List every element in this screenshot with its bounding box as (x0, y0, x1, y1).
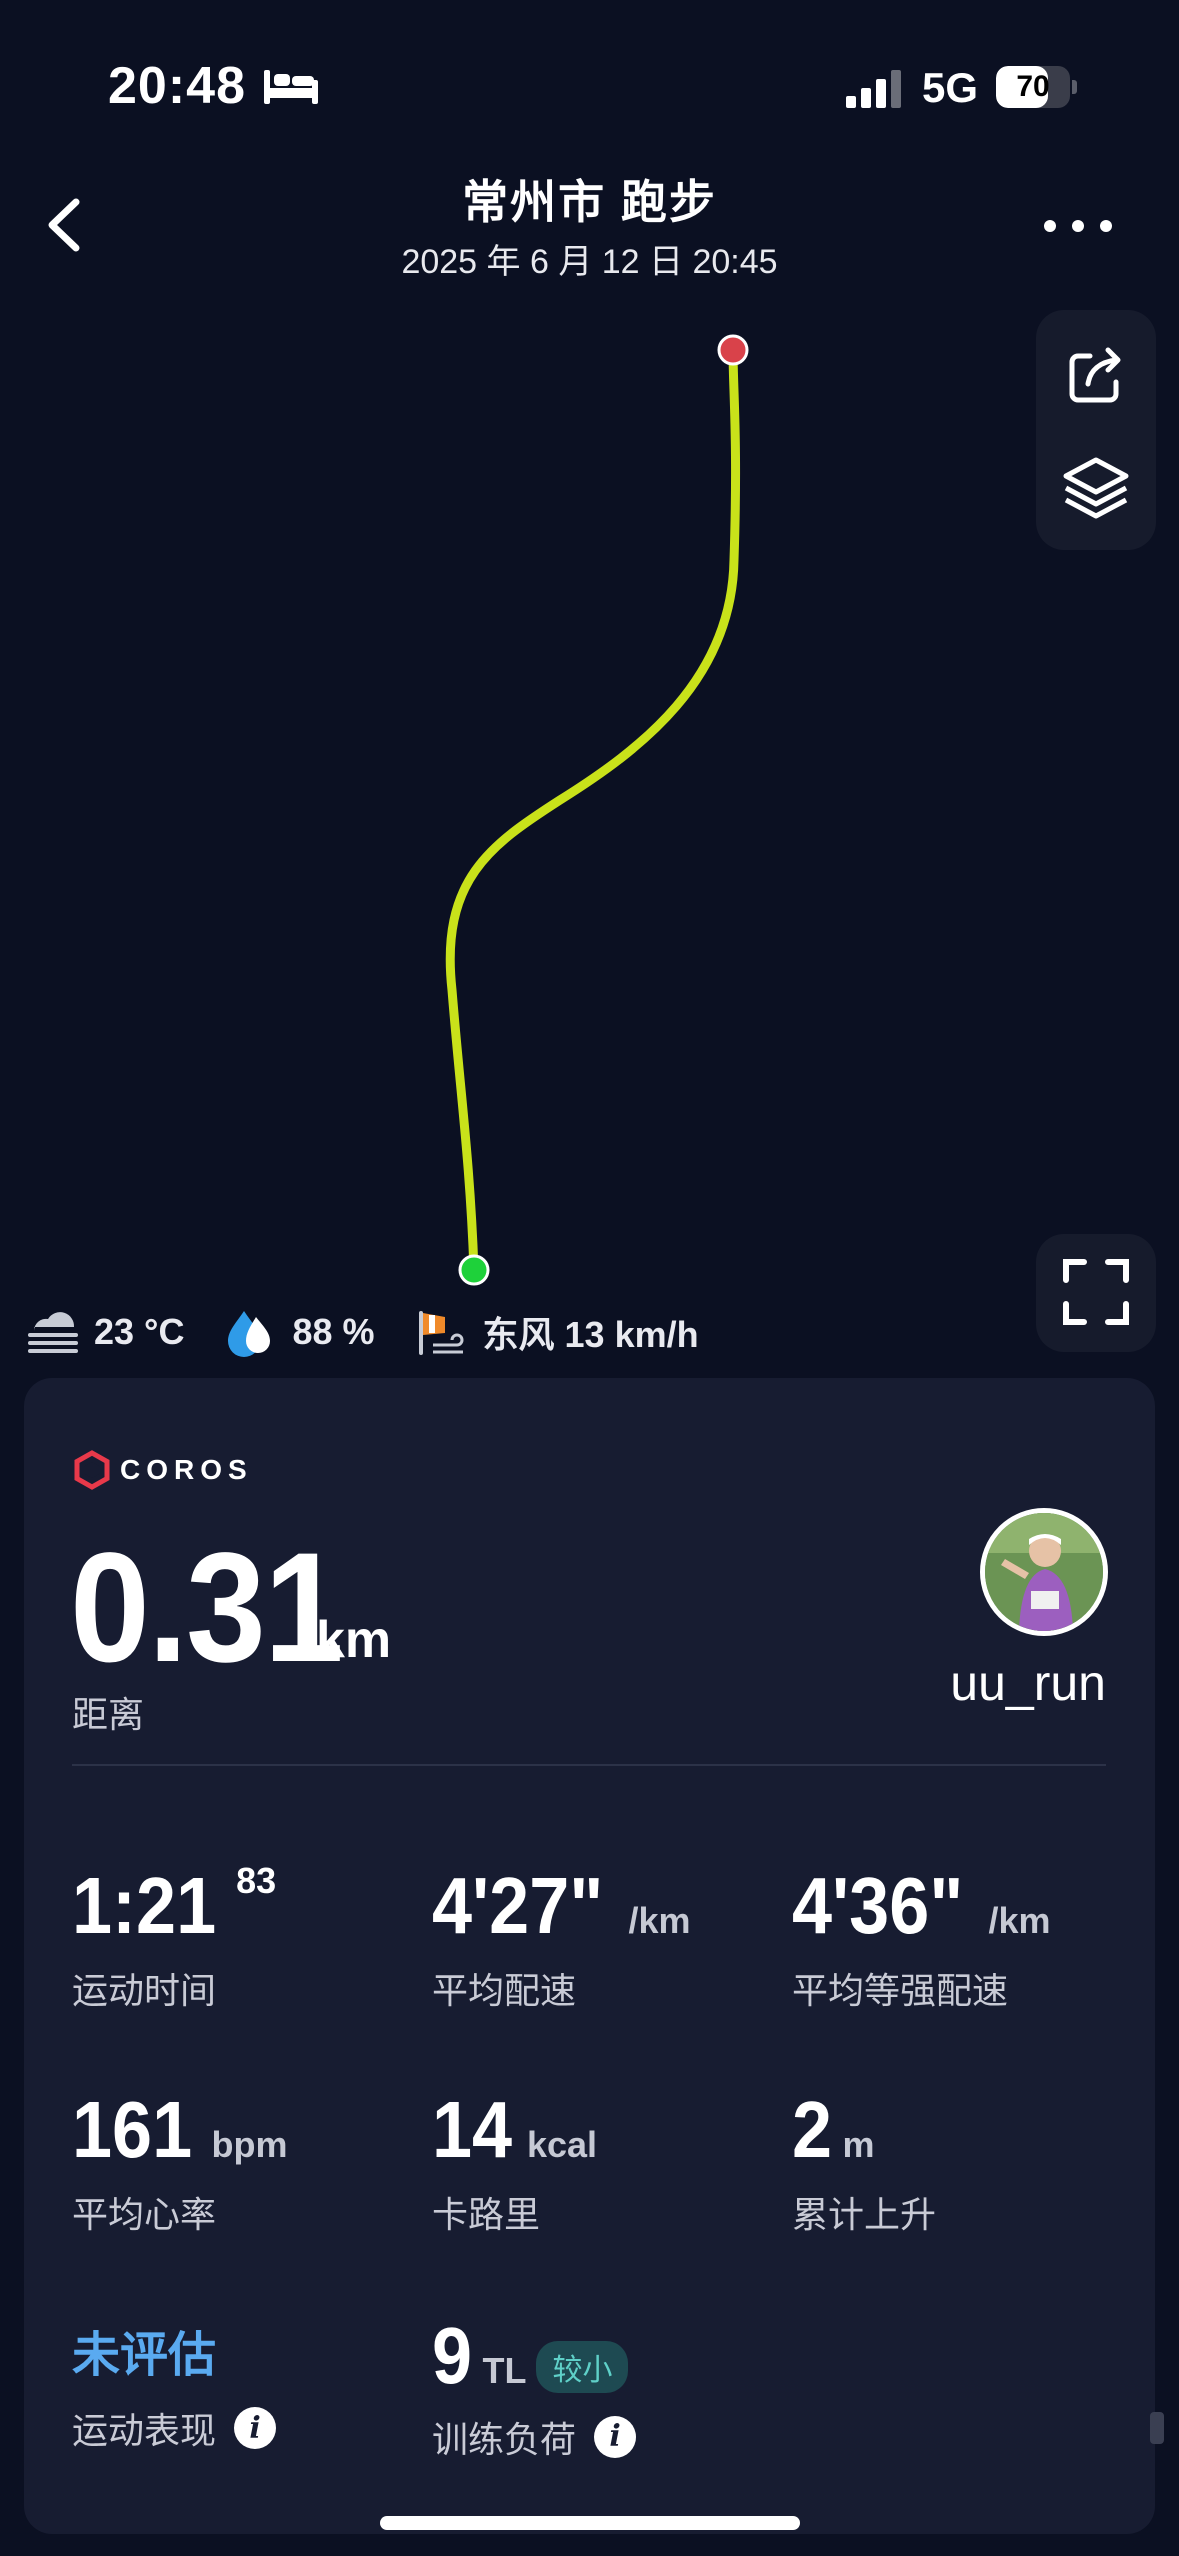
humidity: 88 % (292, 1311, 375, 1352)
share-icon[interactable] (1056, 336, 1136, 416)
metric-unit: /km (988, 1900, 1051, 1941)
metric-elevation-gain: 2m 累计上升 (792, 2090, 936, 2238)
metric-label: 累计上升 (792, 2194, 937, 2235)
metric-value: 9 (432, 2311, 473, 2400)
metric-duration: 1:21 83 运动时间 (72, 1860, 276, 2014)
activity-datetime: 2025 年 6 月 12 日 20:45 (401, 243, 778, 281)
metric-unit: TL (482, 2350, 527, 2391)
metric-training-load[interactable]: 9 TL 较小 训练负荷 i (432, 2311, 637, 2463)
metric-unit: kcal (526, 2124, 598, 2165)
metric-performance[interactable]: 未评估 运动表现 i (72, 2316, 277, 2454)
temperature: 23 °C (94, 1311, 185, 1352)
battery-icon: 70 (996, 66, 1077, 108)
network-label: 5G (922, 64, 979, 111)
brand-logo: COROS (72, 1448, 253, 1492)
metric-label: 运动表现 (72, 2410, 217, 2451)
metric-calories: 14 kcal 卡路里 (432, 2090, 597, 2238)
metric-label: 平均配速 (432, 1970, 577, 2011)
brand-name: COROS (120, 1454, 253, 1485)
humidity-drop-icon (228, 1311, 271, 1357)
weather-bar: 23 °C 88 % 东风 13 km/h (26, 1302, 739, 1362)
home-indicator[interactable] (380, 2516, 800, 2530)
distance-value: 0.31 (70, 1521, 344, 1695)
metric-label: 卡路里 (432, 2194, 541, 2235)
distance-label: 距离 (72, 1694, 145, 1735)
fullscreen-button[interactable] (1036, 1234, 1156, 1352)
more-options-button[interactable] (1040, 206, 1116, 246)
username[interactable]: uu_run (860, 1654, 1106, 1712)
route-end-marker (717, 334, 749, 366)
metric-label: 运动时间 (72, 1970, 217, 2011)
route-start-marker (458, 1254, 490, 1286)
metric-value: 161 (72, 2085, 193, 2174)
signal-icon (846, 70, 901, 108)
metric-avg-heart-rate: 161 bpm 平均心率 (72, 2090, 287, 2238)
metric-label: 训练负荷 (432, 2418, 577, 2460)
battery-percent: 70 (1016, 70, 1050, 103)
scrollbar[interactable] (1150, 2412, 1164, 2444)
metric-label: 平均心率 (72, 2194, 217, 2235)
metric-avg-pace: 4'27"/km 平均配速 (432, 1866, 690, 2014)
performance-value: 未评估 (72, 2329, 217, 2382)
metric-value: 14 (432, 2085, 513, 2174)
metric-unit: m (842, 2124, 875, 2165)
metric-value: 4'27" (432, 1861, 604, 1950)
load-level-badge: 较小 (536, 2340, 629, 2393)
route-map[interactable] (0, 300, 1179, 1300)
metric-label: 平均等强配速 (792, 1970, 1009, 2011)
bed-icon (264, 70, 318, 104)
coros-logo-icon (74, 1450, 110, 1490)
metric-value: 4'36" (792, 1861, 964, 1950)
info-icon[interactable]: i (234, 2407, 277, 2449)
avatar[interactable] (980, 1508, 1108, 1636)
distance-unit: km (316, 1611, 392, 1669)
metric-sup: 83 (236, 1860, 277, 1901)
layers-icon[interactable] (1056, 446, 1136, 526)
route-path (445, 345, 741, 1275)
metric-avg-effort-pace: 4'36"/km 平均等强配速 (792, 1866, 1050, 2014)
metric-unit: bpm (211, 2124, 288, 2165)
fog-cloud-icon (28, 1312, 78, 1353)
map-toolbar (1036, 310, 1156, 550)
fullscreen-icon (1063, 1259, 1129, 1325)
metric-value: 1:21 (72, 1861, 217, 1950)
info-icon[interactable]: i (594, 2415, 637, 2458)
divider (72, 1764, 1106, 1766)
wind: 东风 13 km/h (482, 1314, 699, 1355)
metric-unit: /km (628, 1900, 691, 1941)
page-title: 常州市 跑步 (462, 176, 717, 228)
metric-value: 2 (792, 2085, 833, 2174)
status-time: 20:48 (108, 57, 246, 115)
wind-flag-icon (418, 1311, 463, 1355)
avatar-photo (985, 1513, 1103, 1631)
